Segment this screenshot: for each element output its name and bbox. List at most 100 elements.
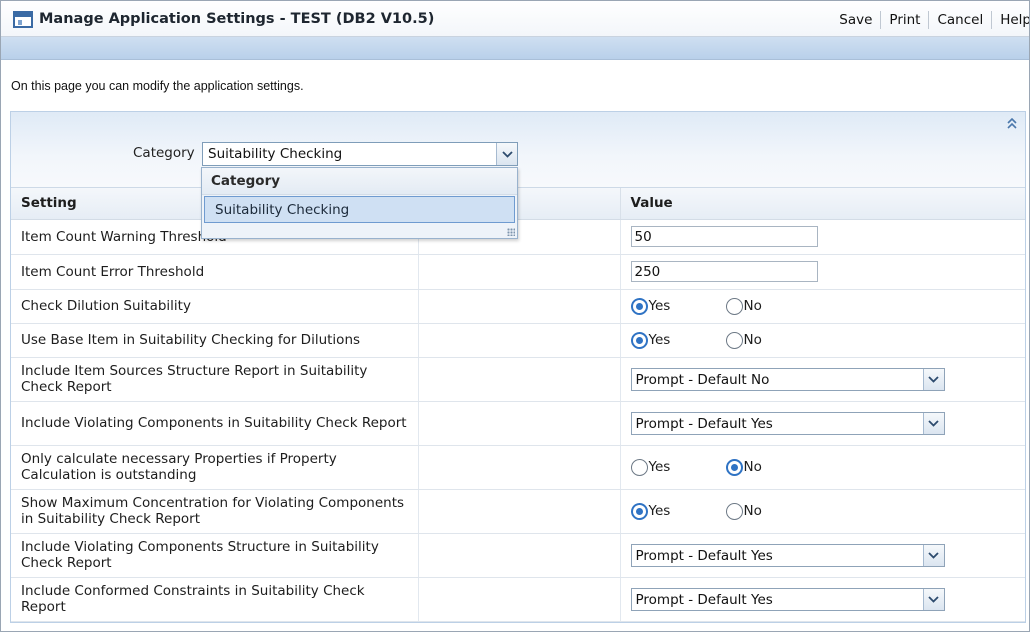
- help-button[interactable]: Help: [992, 11, 1029, 29]
- value-cell: Prompt - Default Yes: [620, 577, 1025, 622]
- chevron-down-icon[interactable]: [496, 143, 517, 165]
- value-column-header: Value: [620, 188, 1025, 220]
- conformed-constraints-select[interactable]: Prompt - Default Yes: [630, 587, 945, 611]
- radio-yes[interactable]: Yes: [630, 331, 726, 349]
- category-combobox[interactable]: [202, 142, 518, 166]
- application-window: Manage Application Settings - TEST (DB2 …: [0, 0, 1030, 632]
- radio-yes-selected-icon[interactable]: [630, 331, 648, 349]
- blank-cell: [418, 401, 621, 446]
- blank-cell: [418, 323, 621, 358]
- radio-no-icon[interactable]: [725, 502, 743, 520]
- sub-header-bar: [1, 37, 1029, 60]
- value-cell: [620, 219, 1025, 255]
- chevron-down-icon[interactable]: [922, 544, 944, 566]
- category-label: Category: [133, 145, 195, 161]
- radio-no-icon[interactable]: [725, 297, 743, 315]
- setting-name: Use Base Item in Suitability Checking fo…: [11, 323, 419, 358]
- table-row: Include Violating Components in Suitabil…: [11, 401, 1025, 446]
- value-cell: Yes No: [620, 445, 1025, 490]
- blank-cell: [418, 357, 621, 402]
- value-cell: Prompt - Default Yes: [620, 533, 1025, 578]
- radio-no[interactable]: No: [725, 502, 762, 520]
- category-dropdown-list: Category Suitability Checking: [201, 167, 518, 239]
- setting-name: Check Dilution Suitability: [11, 289, 419, 324]
- table-row: Check Dilution Suitability Yes No: [11, 289, 1025, 324]
- select-value: Prompt - Default Yes: [635, 591, 773, 608]
- violating-components-select[interactable]: Prompt - Default Yes: [630, 411, 945, 435]
- chevron-down-icon-shape: [928, 375, 939, 383]
- item-count-warning-field[interactable]: [630, 226, 818, 247]
- value-cell: Prompt - Default Yes: [620, 401, 1025, 446]
- category-input[interactable]: [203, 143, 495, 165]
- setting-name: Only calculate necessary Properties if P…: [11, 445, 419, 490]
- radio-group: Yes No: [630, 331, 1016, 349]
- title-bar: Manage Application Settings - TEST (DB2 …: [1, 1, 1029, 37]
- table-row: Item Count Error Threshold: [11, 254, 1025, 290]
- table-row: Use Base Item in Suitability Checking fo…: [11, 323, 1025, 358]
- item-sources-structure-select[interactable]: Prompt - Default No: [630, 367, 945, 391]
- radio-yes[interactable]: Yes: [630, 297, 726, 315]
- setting-name: Include Violating Components in Suitabil…: [11, 401, 419, 446]
- radio-no[interactable]: No: [725, 331, 762, 349]
- double-chevron-up-icon-shape: [1007, 117, 1017, 129]
- radio-no[interactable]: No: [725, 458, 762, 476]
- table-header-row: Setting Value: [11, 188, 1025, 220]
- violating-structure-select[interactable]: Prompt - Default Yes: [630, 543, 945, 567]
- select-value: Prompt - Default Yes: [635, 547, 773, 564]
- chevron-down-icon[interactable]: [922, 412, 944, 434]
- setting-name: Item Count Error Threshold: [11, 254, 419, 290]
- value-cell: Prompt - Default No: [620, 357, 1025, 402]
- setting-name: Show Maximum Concentration for Violating…: [11, 489, 419, 534]
- dropdown-header: Category: [202, 168, 517, 195]
- value-cell: Yes No: [620, 323, 1025, 358]
- resize-grip-icon[interactable]: [507, 228, 515, 236]
- radio-group: Yes No: [630, 502, 1016, 520]
- table-row: Show Maximum Concentration for Violating…: [11, 489, 1025, 534]
- setting-name: Include Violating Components Structure i…: [11, 533, 419, 578]
- setting-name: Include Item Sources Structure Report in…: [11, 357, 419, 402]
- panel-header: Category: [11, 112, 1025, 188]
- setting-name: Include Conformed Constraints in Suitabi…: [11, 577, 419, 622]
- blank-cell: [418, 577, 621, 622]
- save-button[interactable]: Save: [831, 11, 882, 29]
- radio-no-selected-icon[interactable]: [725, 458, 743, 476]
- blank-cell: [418, 445, 621, 490]
- value-cell: Yes No: [620, 489, 1025, 534]
- chevron-down-icon-shape: [928, 551, 939, 559]
- double-chevron-up-icon[interactable]: [1006, 117, 1018, 132]
- blank-cell: [418, 254, 621, 290]
- chevron-down-icon[interactable]: [922, 588, 944, 610]
- item-count-error-field[interactable]: [630, 261, 818, 282]
- radio-yes-icon[interactable]: [630, 458, 648, 476]
- radio-yes[interactable]: Yes: [630, 502, 726, 520]
- window-icon: [13, 11, 33, 28]
- radio-yes[interactable]: Yes: [630, 458, 726, 476]
- chevron-down-icon[interactable]: [922, 368, 944, 390]
- blank-cell: [418, 533, 621, 578]
- print-button[interactable]: Print: [881, 11, 930, 29]
- radio-no[interactable]: No: [725, 297, 762, 315]
- chevron-down-icon-shape: [501, 150, 513, 158]
- toolbar: Save Print Cancel Help: [831, 11, 1029, 29]
- settings-table: Setting Value Item Count Warning Thresho…: [11, 188, 1025, 622]
- radio-no-icon[interactable]: [725, 331, 743, 349]
- value-cell: [620, 254, 1025, 290]
- table-row: Item Count Warning Threshold: [11, 219, 1025, 255]
- intro-text: On this page you can modify the applicat…: [11, 79, 304, 93]
- value-cell: Yes No: [620, 289, 1025, 324]
- radio-yes-selected-icon[interactable]: [630, 297, 648, 315]
- blank-cell: [418, 289, 621, 324]
- cancel-button[interactable]: Cancel: [929, 11, 993, 29]
- radio-yes-selected-icon[interactable]: [630, 502, 648, 520]
- select-value: Prompt - Default Yes: [635, 415, 773, 432]
- table-row: Include Item Sources Structure Report in…: [11, 357, 1025, 402]
- dropdown-option-suitability-checking[interactable]: Suitability Checking: [204, 196, 515, 223]
- table-row: Include Violating Components Structure i…: [11, 533, 1025, 578]
- radio-group: Yes No: [630, 297, 1016, 315]
- chevron-down-icon-shape: [928, 419, 939, 427]
- chevron-down-icon-shape: [928, 595, 939, 603]
- window-title: Manage Application Settings - TEST (DB2 …: [39, 11, 435, 27]
- blank-cell: [418, 489, 621, 534]
- settings-panel: Category Setting Value: [10, 111, 1026, 623]
- radio-group: Yes No: [630, 458, 1016, 476]
